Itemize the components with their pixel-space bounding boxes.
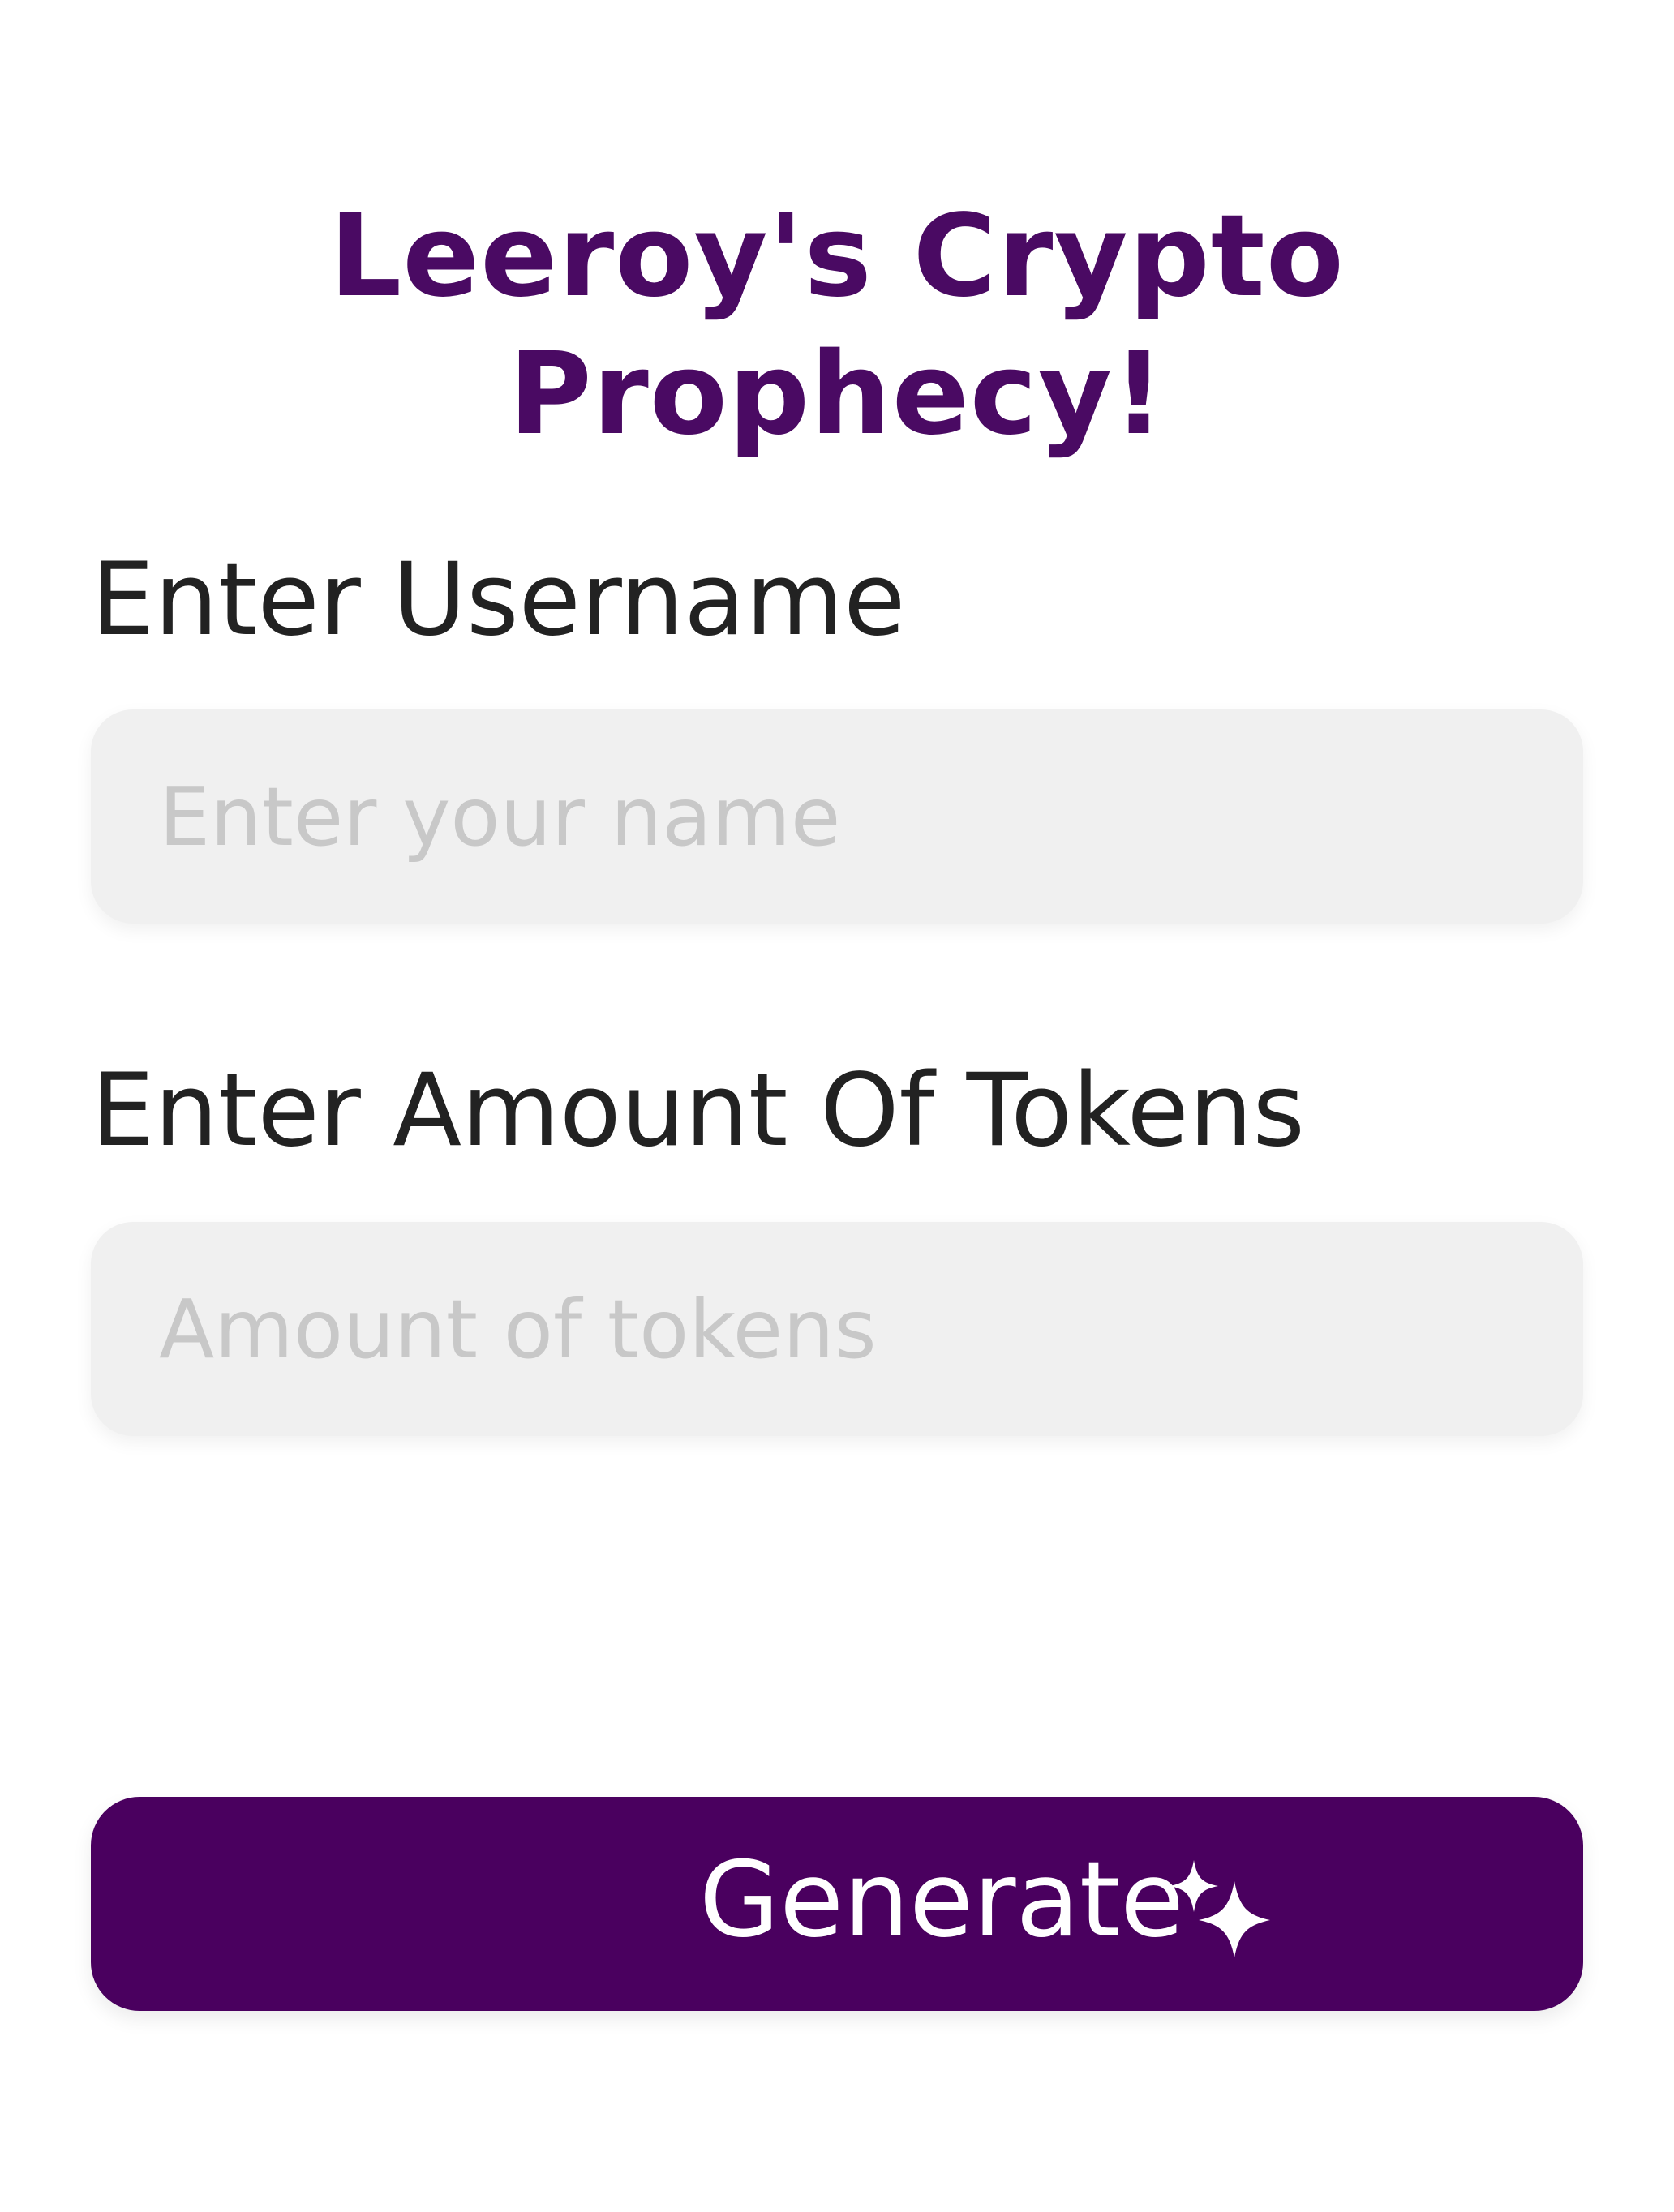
page-title: Leeroy's Crypto Prophecy! bbox=[329, 191, 1345, 461]
sparkle-icon bbox=[1170, 1860, 1270, 1957]
tokens-field[interactable] bbox=[91, 1222, 1583, 1436]
username-input[interactable] bbox=[91, 709, 1583, 924]
crypto-prophecy-screen: Leeroy's Crypto Prophecy! Enter Username… bbox=[0, 0, 1674, 2212]
tokens-input[interactable] bbox=[91, 1222, 1583, 1436]
username-label: Enter Username bbox=[91, 542, 906, 658]
generate-button-label: Generate bbox=[699, 1840, 1184, 1961]
generate-button[interactable]: Generate bbox=[91, 1797, 1583, 2011]
username-field[interactable] bbox=[91, 709, 1583, 924]
tokens-label: Enter Amount Of Tokens bbox=[91, 1052, 1306, 1169]
